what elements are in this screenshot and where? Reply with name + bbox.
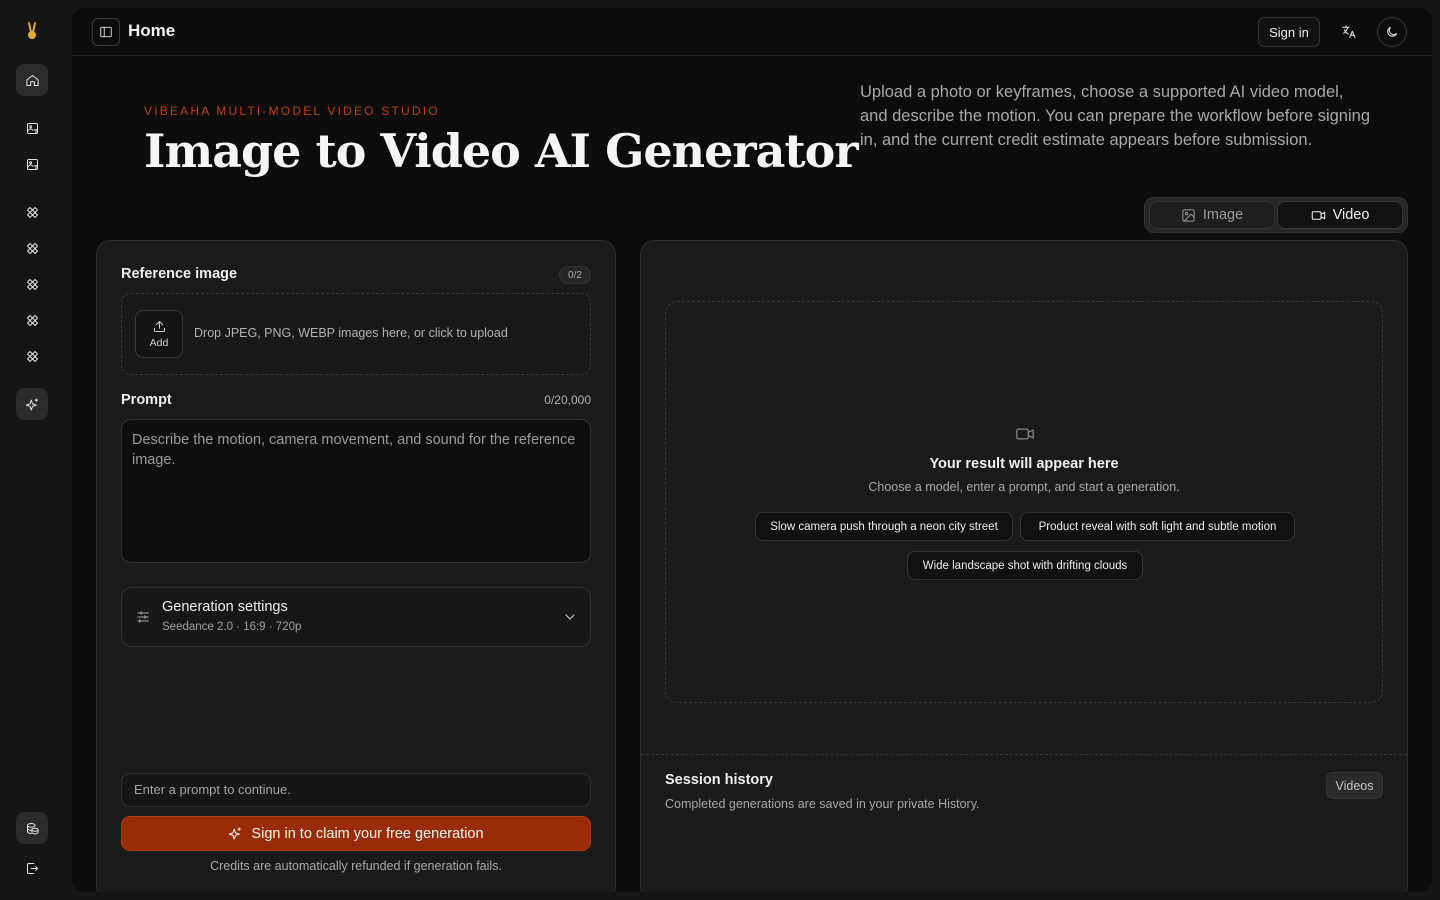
suggestion-chip[interactable]: Wide landscape shot with drifting clouds <box>907 551 1143 580</box>
upload-instructions: Drop JPEG, PNG, WEBP images here, or cli… <box>194 326 508 340</box>
cta-label: Sign in to claim your free generation <box>251 825 484 842</box>
rail-tool-button-4[interactable] <box>16 304 48 336</box>
prompt-hint: Enter a prompt to continue. <box>121 773 591 807</box>
upload-add-button[interactable]: Add <box>135 310 183 358</box>
sign-in-claim-button[interactable]: Sign in to claim your free generation <box>121 816 591 851</box>
home-icon <box>25 74 39 86</box>
upload-icon <box>153 321 165 332</box>
result-title: Your result will appear here <box>929 456 1119 472</box>
history-filter-badge[interactable]: Videos <box>1326 772 1383 799</box>
sparkles-icon <box>229 827 242 840</box>
mode-video-button[interactable]: Video <box>1277 201 1403 229</box>
reference-image-label: Reference image <box>121 266 238 282</box>
generation-form-panel: Reference image 0/2 Add Drop JPEG, PNG, … <box>96 240 616 892</box>
session-history-title: Session history <box>665 772 773 788</box>
mode-image-button[interactable]: Image <box>1149 201 1275 229</box>
reference-count-badge: 0/2 <box>559 266 591 284</box>
prompt-char-count: 0/20,000 <box>544 393 591 407</box>
sliders-icon <box>135 609 151 625</box>
mode-video-label: Video <box>1332 207 1370 223</box>
sidebar-toggle-button[interactable] <box>92 18 120 46</box>
rail-home-button[interactable] <box>16 64 48 96</box>
prompt-label: Prompt <box>121 392 172 408</box>
tools-icon <box>26 314 38 326</box>
section-divider <box>641 754 1407 755</box>
video-icon <box>1015 425 1035 443</box>
hero-eyebrow: VIBEAHA MULTI-MODEL VIDEO STUDIO <box>144 104 440 118</box>
result-panel: Your result will appear here Choose a mo… <box>640 240 1408 892</box>
sign-out-icon <box>26 862 38 874</box>
rail-sparkles-button[interactable] <box>16 388 48 420</box>
generation-settings-toggle[interactable]: Generation settings Seedance 2.0 · 16:9 … <box>121 587 591 647</box>
refund-note: Credits are automatically refunded if ge… <box>210 859 502 873</box>
upload-add-label: Add <box>149 337 169 349</box>
mode-toggle: Image Video <box>1144 197 1408 233</box>
left-rail <box>0 0 64 900</box>
rail-tool-button-3[interactable] <box>16 268 48 300</box>
hero-title: Image to Video AI Generator <box>144 124 859 178</box>
tools-icon <box>26 278 38 290</box>
rail-image-ai-button[interactable] <box>16 112 48 144</box>
moon-icon <box>1387 26 1398 37</box>
tools-icon <box>26 350 38 362</box>
upload-dropzone[interactable]: Add Drop JPEG, PNG, WEBP images here, or… <box>121 293 591 375</box>
image-ai-icon <box>26 158 38 170</box>
rail-tool-button-2[interactable] <box>16 232 48 264</box>
suggestion-chip[interactable]: Slow camera push through a neon city str… <box>755 512 1013 541</box>
rail-image-ai-button-2[interactable] <box>16 148 48 180</box>
chevron-down-icon <box>562 609 578 625</box>
image-icon <box>1182 208 1195 222</box>
sidebar-icon <box>100 26 112 38</box>
hero-description: Upload a photo or keyframes, choose a su… <box>860 83 1370 149</box>
suggestion-chip[interactable]: Product reveal with soft light and subtl… <box>1020 512 1295 541</box>
result-subtitle: Choose a model, enter a prompt, and star… <box>868 480 1180 494</box>
prompt-textarea[interactable]: Describe the motion, camera movement, an… <box>121 419 591 563</box>
sign-in-button[interactable]: Sign in <box>1258 17 1320 47</box>
rail-tool-button-5[interactable] <box>16 340 48 372</box>
rail-tool-button-1[interactable] <box>16 196 48 228</box>
tools-icon <box>26 206 38 218</box>
image-ai-icon <box>26 122 38 134</box>
result-placeholder: Your result will appear here Choose a mo… <box>665 301 1383 703</box>
session-history-subtitle: Completed generations are saved in your … <box>665 797 980 811</box>
translate-icon[interactable] <box>1334 17 1364 47</box>
sparkles-icon <box>25 397 38 411</box>
video-icon <box>1311 210 1325 220</box>
theme-toggle-button[interactable] <box>1377 17 1407 47</box>
top-bar: Home Sign in <box>72 8 1432 56</box>
rail-credits-button[interactable] <box>16 812 48 844</box>
rail-sign-out-button[interactable] <box>16 852 48 884</box>
brand-logo-icon[interactable] <box>22 20 42 42</box>
tools-icon <box>26 242 38 254</box>
main-frame: Home Sign in VIBEAHA MULTI-MODEL VIDEO S… <box>72 8 1432 892</box>
settings-summary: Seedance 2.0 · 16:9 · 720p <box>162 621 302 633</box>
settings-title: Generation settings <box>162 599 288 615</box>
mode-image-label: Image <box>1202 207 1244 223</box>
coins-icon <box>26 822 39 834</box>
page-title: Home <box>128 21 176 40</box>
